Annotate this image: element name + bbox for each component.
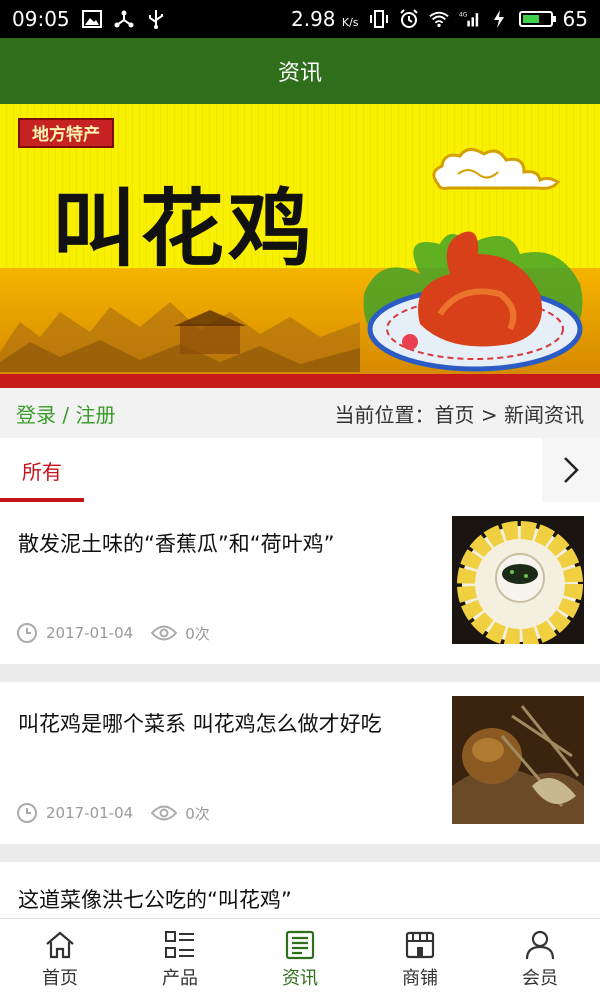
clock-icon [17,623,37,643]
breadcrumb-bar: 登录 / 注册 当前位置：首页 > 新闻资讯 [0,388,600,438]
breadcrumb: 当前位置：首页 > 新闻资讯 [334,402,584,427]
news-title: 散发泥土味的“香蕉瓜”和“荷叶鸡” [18,532,335,556]
news-icon [285,930,315,959]
user-icon [525,930,555,959]
header: 资讯 [0,38,600,104]
news-views: 0次 [185,624,210,643]
news-meta: 2017-01-04 0次 [16,622,210,644]
nav-label: 会员 [522,967,558,989]
battery-icon [518,11,556,27]
image-icon [81,9,102,29]
clock-icon [17,803,37,823]
banner[interactable]: 地方特产 叫花鸡 [0,104,600,388]
tab-label: 所有 [22,459,62,484]
news-thumbnail [452,516,584,644]
bottom-nav: 首页 产品 资讯 商铺 会员 [0,918,600,1000]
news-item[interactable]: 这道菜像洪七公吃的“叫花鸡” [0,862,600,918]
nav-home[interactable]: 首页 [0,919,120,1000]
vibrate-icon [369,9,389,29]
eye-icon [151,625,178,641]
tabs-more-button[interactable] [542,438,600,502]
nav-products[interactable]: 产品 [120,919,240,1000]
home-icon [46,931,74,958]
usb-icon [146,9,166,29]
nav-label: 资讯 [282,967,318,989]
battery-percent: 65 [562,7,588,31]
news-thumbnail [452,696,584,824]
signal-icon: 4G [459,9,479,29]
roast-chicken-illustration [363,231,583,372]
nav-label: 首页 [42,967,78,989]
nav-label: 商铺 [402,967,438,989]
category-tabs: 所有 [0,438,600,502]
page-title: 资讯 [277,61,322,86]
nav-label: 产品 [162,967,198,989]
cloud-ornament-icon [432,148,561,190]
news-item[interactable]: 散发泥土味的“香蕉瓜”和“荷叶鸡” 2017-01-04 0次 [0,502,600,664]
news-views: 0次 [185,804,210,823]
nav-news[interactable]: 资讯 [240,919,360,1000]
news-item[interactable]: 叫花鸡是哪个菜系 叫花鸡怎么做才好吃 2017-01-04 0次 [0,682,600,844]
alarm-icon [399,9,419,29]
login-register-link[interactable]: 登录 / 注册 [16,399,115,428]
charging-icon [489,9,509,29]
chevron-right-icon [564,457,579,483]
svg-text:4G: 4G [459,13,468,19]
banner-red-strip [0,374,600,388]
news-date: 2017-01-04 [46,624,134,642]
status-time: 09:05 [12,7,70,31]
network-speed: 2.98 K/s [291,7,359,31]
wifi-icon [428,9,449,29]
scenery-illustration [0,302,360,372]
nav-stores[interactable]: 商铺 [360,919,480,1000]
status-bar: 09:05 2.98 K/s 4G 65 [0,0,600,38]
share-icon [114,9,134,29]
grid-list-icon [165,930,194,958]
news-title: 这道菜像洪七公吃的“叫花鸡” [18,888,292,912]
banner-title: 叫花鸡 [52,179,317,278]
store-icon [405,931,435,958]
news-date: 2017-01-04 [46,804,134,822]
tab-all[interactable]: 所有 [0,438,84,502]
eye-icon [151,805,178,821]
banner-tag: 地方特产 [18,118,114,148]
news-title: 叫花鸡是哪个菜系 叫花鸡怎么做才好吃 [18,712,382,736]
news-meta: 2017-01-04 0次 [16,802,210,824]
nav-member[interactable]: 会员 [480,919,600,1000]
